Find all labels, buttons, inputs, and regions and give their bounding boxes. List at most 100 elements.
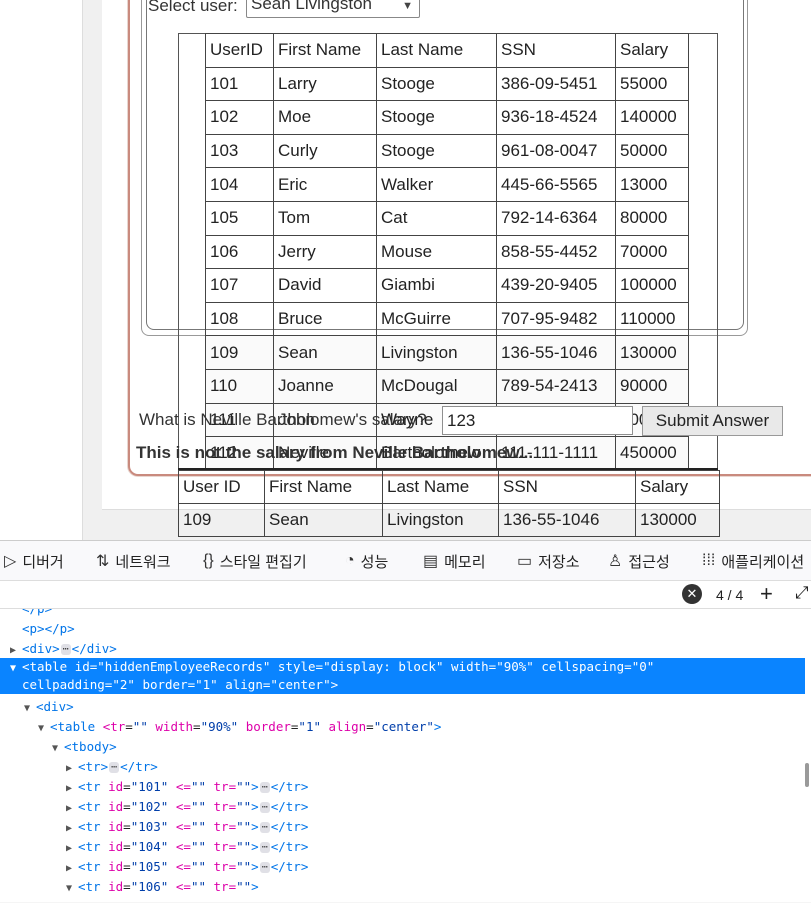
attr-value[interactable]: "hiddenEmployeeRecords" [97,659,270,674]
attr-name[interactable]: cellpadding [22,677,105,692]
collapsed-ellipsis-icon[interactable]: ⋯ [259,862,270,873]
attr-name[interactable]: id [108,879,123,894]
attr-name[interactable]: width [451,659,489,674]
clear-search-icon[interactable]: ✕ [682,584,702,604]
collapse-arrow-icon[interactable]: ▼ [24,699,36,719]
attr-name[interactable]: tr= [214,859,237,874]
dom-node-p-close[interactable]: </p> [0,609,805,619]
expand-arrow-icon[interactable]: ▶ [66,859,78,879]
attr-value[interactable]: "" [133,719,148,734]
dom-node-tr[interactable]: ▶ <tr id="105" <="" tr=""> ⋯ </tr> [0,857,805,877]
attr-name[interactable]: border [142,677,187,692]
tab-memory[interactable]: ▤ 메모리 [423,541,486,581]
attr-name[interactable]: id [108,859,123,874]
attr-value[interactable]: "106" [131,879,169,894]
tab-network[interactable]: ⇅ 네트워크 [96,541,171,581]
attr-value[interactable]: "display: block" [323,659,443,674]
attr-name[interactable]: <= [176,779,191,794]
element-picker-icon[interactable]: ⤢ [795,583,809,603]
dom-node-tr[interactable]: ▶ <tr id="104" <="" tr=""> ⋯ </tr> [0,837,805,857]
expand-arrow-icon[interactable]: ▶ [66,779,78,799]
attr-value[interactable]: "" [236,799,251,814]
salary-answer-input[interactable] [442,406,633,435]
attr-name[interactable]: <= [176,859,191,874]
attr-value[interactable]: "" [236,819,251,834]
collapse-arrow-icon[interactable]: ▼ [52,739,64,759]
tab-debugger[interactable]: ▷ 디버거 [4,541,64,581]
collapsed-ellipsis-icon[interactable]: ⋯ [259,782,270,793]
attr-value[interactable]: "center" [374,719,434,734]
select-user-dropdown[interactable]: Sean Livingston ▼ [246,0,420,18]
attr-name[interactable]: style [278,659,316,674]
attr-value[interactable]: "" [191,859,206,874]
attr-value[interactable]: "" [236,859,251,874]
dom-node-table-selected[interactable]: ▼ <table id="hiddenEmployeeRecords" style… [0,658,805,694]
tab-performance[interactable]: ◔ 성능 [345,541,388,581]
attr-value[interactable]: "0" [632,659,655,674]
dom-node-tr[interactable]: ▶ <tr id="102" <="" tr=""> ⋯ </tr> [0,797,805,817]
attr-value[interactable]: "101" [131,779,169,794]
attr-name[interactable]: id [108,779,123,794]
attr-value[interactable]: "104" [131,839,169,854]
collapse-arrow-icon[interactable]: ▼ [38,719,50,739]
dom-node-inner-table[interactable]: ▼ <table <tr="" width="90%" border="1" al… [0,717,805,737]
attr-name[interactable]: width [155,719,193,734]
attr-name[interactable]: <= [176,879,191,894]
attr-name[interactable]: align [329,719,367,734]
dom-node-div-inner[interactable]: ▼ <div> [0,697,805,717]
attr-name[interactable]: cellspacing [541,659,624,674]
collapse-arrow-icon[interactable]: ▼ [10,660,22,678]
dom-node-tr-header[interactable]: ▶ <tr> ⋯ </tr> [0,757,805,777]
attr-value[interactable]: "1" [195,677,218,692]
attr-value[interactable]: "2" [112,677,135,692]
attr-value[interactable]: "90%" [496,659,534,674]
attr-value[interactable]: "" [191,839,206,854]
add-node-icon[interactable]: + [760,581,773,607]
dom-node-tr[interactable]: ▼ <tr id="106" <="" tr=""> [0,877,805,897]
attr-value[interactable]: "" [191,879,206,894]
attr-name[interactable]: id [108,819,123,834]
dom-node-tr[interactable]: ▶ <tr id="103" <="" tr=""> ⋯ </tr> [0,817,805,837]
attr-value[interactable]: "" [191,779,206,794]
attr-value[interactable]: "90%" [201,719,239,734]
attr-name[interactable]: tr= [214,879,237,894]
attr-name[interactable]: tr= [214,819,237,834]
attr-name[interactable]: tr= [214,839,237,854]
dom-node-tr[interactable]: ▶ <tr id="101" <="" tr=""> ⋯ </tr> [0,777,805,797]
expand-arrow-icon[interactable]: ▶ [66,799,78,819]
attr-value[interactable]: "" [236,879,251,894]
attr-name[interactable]: border [246,719,291,734]
attr-value[interactable]: "" [236,779,251,794]
dom-scrollbar[interactable] [805,763,809,787]
attr-name[interactable]: tr= [214,799,237,814]
attr-name[interactable]: id [75,659,90,674]
attr-name[interactable]: id [108,839,123,854]
attr-value[interactable]: "center" [270,677,330,692]
collapsed-ellipsis-icon[interactable]: ⋯ [259,822,270,833]
collapsed-ellipsis-icon[interactable]: ⋯ [60,644,71,655]
attr-name[interactable]: id [108,799,123,814]
attr-value[interactable]: "" [191,799,206,814]
attr-value[interactable]: "103" [131,819,169,834]
collapsed-ellipsis-icon[interactable]: ⋯ [109,762,120,773]
tab-application[interactable]: ⁞⁞⁞ 애플리케이션 [702,541,804,581]
attr-name[interactable]: tr= [214,779,237,794]
attr-name[interactable]: <tr [103,719,126,734]
dom-node-div[interactable]: ▶ <div> ⋯ </div> [0,639,805,659]
attr-value[interactable]: "1" [298,719,321,734]
collapsed-ellipsis-icon[interactable]: ⋯ [259,842,270,853]
attr-name[interactable]: <= [176,839,191,854]
attr-name[interactable]: <= [176,819,191,834]
attr-name[interactable]: <= [176,799,191,814]
tab-style-editor[interactable]: {} 스타일 편집기 [203,541,307,581]
expand-arrow-icon[interactable]: ▶ [66,819,78,839]
tab-accessibility[interactable]: ♙ 접근성 [608,541,670,581]
tab-storage[interactable]: ▭ 저장소 [517,541,580,581]
inspector-search-bar[interactable]: ✕ 4 / 4 + ⤢ [0,581,811,609]
dom-node-tbody[interactable]: ▼ <tbody> [0,737,805,757]
submit-answer-button[interactable]: Submit Answer [642,406,783,436]
attr-value[interactable]: "105" [131,859,169,874]
expand-arrow-icon[interactable]: ▶ [66,759,78,779]
attr-name[interactable]: align [225,677,263,692]
attr-value[interactable]: "" [236,839,251,854]
